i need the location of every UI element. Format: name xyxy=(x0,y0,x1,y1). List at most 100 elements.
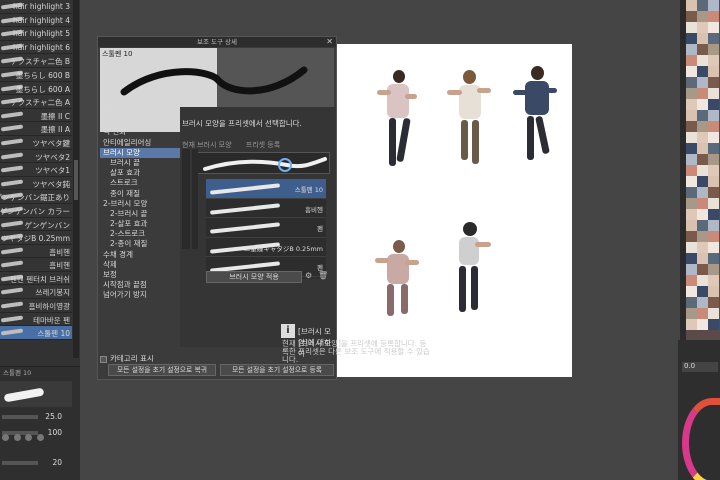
reference-thumbnail[interactable] xyxy=(708,286,719,297)
brush-list-item[interactable]: hair highlight 4 xyxy=(0,13,72,28)
brush-list-scrollbar[interactable] xyxy=(73,0,79,358)
category-item[interactable]: 시작점과 끝점 xyxy=(100,280,180,290)
brush-list-item[interactable]: 테마바운 펜 xyxy=(0,312,72,327)
reference-thumbnail[interactable] xyxy=(686,0,697,11)
reference-thumbnail[interactable] xyxy=(686,110,697,121)
reference-thumbnail[interactable] xyxy=(708,143,719,154)
shape-dot-icon[interactable] xyxy=(36,434,44,441)
reference-thumbnail[interactable] xyxy=(708,66,719,77)
reference-thumbnail[interactable] xyxy=(686,264,697,275)
reference-thumbnail[interactable] xyxy=(708,154,719,165)
reference-thumbnail[interactable] xyxy=(686,253,697,264)
reference-thumbnail[interactable] xyxy=(686,308,697,319)
brush-list-item[interactable]: ツヤベタ1 xyxy=(0,163,72,177)
reference-thumbnail[interactable] xyxy=(686,187,697,198)
preset-item[interactable]: 二重線キャタジB 0.25mm xyxy=(206,238,326,258)
reference-thumbnail[interactable] xyxy=(708,253,719,264)
reference-thumbnail[interactable] xyxy=(686,99,697,110)
brush-list-item[interactable]: 스툴펜 10 xyxy=(0,326,72,340)
reference-thumbnail[interactable] xyxy=(697,319,708,330)
reference-thumbnail[interactable] xyxy=(708,99,719,110)
brush-list-item[interactable]: 흠비헨 xyxy=(0,244,72,259)
reference-thumbnail[interactable] xyxy=(686,33,697,44)
shape-dot-icon[interactable] xyxy=(2,434,9,441)
brush-list-item[interactable]: 墨擦 II A xyxy=(0,122,72,136)
stabilize-row[interactable]: 20 xyxy=(0,457,72,469)
reference-thumbnail[interactable] xyxy=(708,264,719,275)
reference-thumbnail[interactable] xyxy=(686,154,697,165)
reference-thumbnail[interactable] xyxy=(708,242,719,253)
reference-thumbnail[interactable] xyxy=(697,44,708,55)
preset-item[interactable]: 스툴펜 10 xyxy=(206,179,326,199)
register-all-settings-button[interactable]: 모든 설정을 초기 설정으로 등록 xyxy=(220,364,334,376)
reference-thumbnail[interactable] xyxy=(697,253,708,264)
stabilize-slider[interactable] xyxy=(2,461,38,465)
category-item[interactable]: 보정 xyxy=(100,270,180,280)
reference-thumbnail[interactable] xyxy=(697,275,708,286)
shape-dot-icon[interactable] xyxy=(25,434,33,441)
reference-thumbnail[interactable] xyxy=(686,176,697,187)
reference-thumbnail[interactable] xyxy=(708,308,719,319)
brush-list-item[interactable]: ゲンゲンバン鋸正あり xyxy=(0,190,72,204)
settings-icon[interactable]: ⚙ xyxy=(305,271,312,280)
reference-thumbnail[interactable] xyxy=(708,44,719,55)
reference-thumbnail[interactable] xyxy=(708,55,719,66)
reference-thumbnail[interactable] xyxy=(697,242,708,253)
category-item[interactable]: 브러시 모양 xyxy=(100,147,180,158)
stabilize-value[interactable]: 20 xyxy=(52,458,62,467)
brush-list-item[interactable]: ツヤベタ2 xyxy=(0,149,72,164)
reference-thumbnail[interactable] xyxy=(697,99,708,110)
category-item[interactable]: 2-브러시 끝 xyxy=(100,209,180,219)
trash-icon[interactable]: 🗑 xyxy=(318,271,328,280)
reference-thumbnail[interactable] xyxy=(697,154,708,165)
reference-thumbnail[interactable] xyxy=(686,143,697,154)
reference-thumbnail[interactable] xyxy=(686,286,697,297)
tab-current-shape[interactable]: 현재 브러시 모양 xyxy=(182,141,232,149)
drawing-canvas[interactable] xyxy=(337,44,572,377)
reference-thumbnail[interactable] xyxy=(697,11,708,22)
reference-thumbnail[interactable] xyxy=(708,297,719,308)
opacity-value[interactable]: 100 xyxy=(48,428,62,437)
brush-size-value[interactable]: 25.0 xyxy=(45,412,62,421)
reference-thumbnail[interactable] xyxy=(708,22,719,33)
scroll-thumb[interactable] xyxy=(74,160,78,200)
reference-thumbnail[interactable] xyxy=(697,176,708,187)
reset-all-settings-button[interactable]: 모든 설정을 초기 설정으로 복귀 xyxy=(108,364,216,376)
category-item[interactable]: 수채 경계 xyxy=(100,250,180,260)
checkbox[interactable] xyxy=(100,355,107,363)
reference-thumbnail[interactable] xyxy=(697,297,708,308)
category-item[interactable]: 브러시 끝 xyxy=(100,158,180,168)
brush-list-item[interactable]: ツヤタジB 0.25mm xyxy=(0,231,72,245)
category-item[interactable]: 넘어가기 방지 xyxy=(100,290,180,300)
reference-thumbnail[interactable] xyxy=(686,11,697,22)
reference-thumbnail[interactable] xyxy=(697,88,708,99)
reference-thumbnail[interactable] xyxy=(697,231,708,242)
reference-thumbnail[interactable] xyxy=(697,0,708,11)
reference-thumbnail[interactable] xyxy=(708,198,719,209)
brush-list-item[interactable]: 흠비하이영광 xyxy=(0,299,72,313)
category-item[interactable]: 살포 효과 xyxy=(100,168,180,178)
reference-material-panel[interactable] xyxy=(686,0,720,340)
reference-thumbnail[interactable] xyxy=(708,220,719,231)
reference-thumbnail[interactable] xyxy=(697,143,708,154)
reference-thumbnail[interactable] xyxy=(708,121,719,132)
reference-thumbnail[interactable] xyxy=(708,11,719,22)
category-item[interactable]: 안티에일리어싱 xyxy=(100,138,180,148)
reference-thumbnail[interactable] xyxy=(686,297,697,308)
reference-thumbnail[interactable] xyxy=(708,209,719,220)
category-item[interactable]: 브러시 크기 xyxy=(100,107,180,117)
reference-thumbnail[interactable] xyxy=(708,88,719,99)
reference-thumbnail[interactable] xyxy=(708,275,719,286)
brush-list-item[interactable]: 墨ちらし 600 A xyxy=(0,81,72,96)
brush-list-item[interactable]: ツヤベタ鈍 xyxy=(0,176,72,191)
shape-dot-icon[interactable] xyxy=(13,434,21,441)
reference-thumbnail[interactable] xyxy=(708,319,719,330)
color-opacity-value[interactable]: 0.0 xyxy=(682,362,718,372)
brush-list-item[interactable]: ツヤベタ鍵 xyxy=(0,135,72,150)
reference-thumbnail[interactable] xyxy=(697,220,708,231)
brush-list-item[interactable]: hair highlight 6 xyxy=(0,40,72,55)
reference-thumbnail[interactable] xyxy=(686,242,697,253)
reference-thumbnail[interactable] xyxy=(708,77,719,88)
reference-thumbnail[interactable] xyxy=(686,319,697,330)
brush-list-item[interactable]: 펜텐 펜터치 브러쉬 xyxy=(0,271,72,286)
